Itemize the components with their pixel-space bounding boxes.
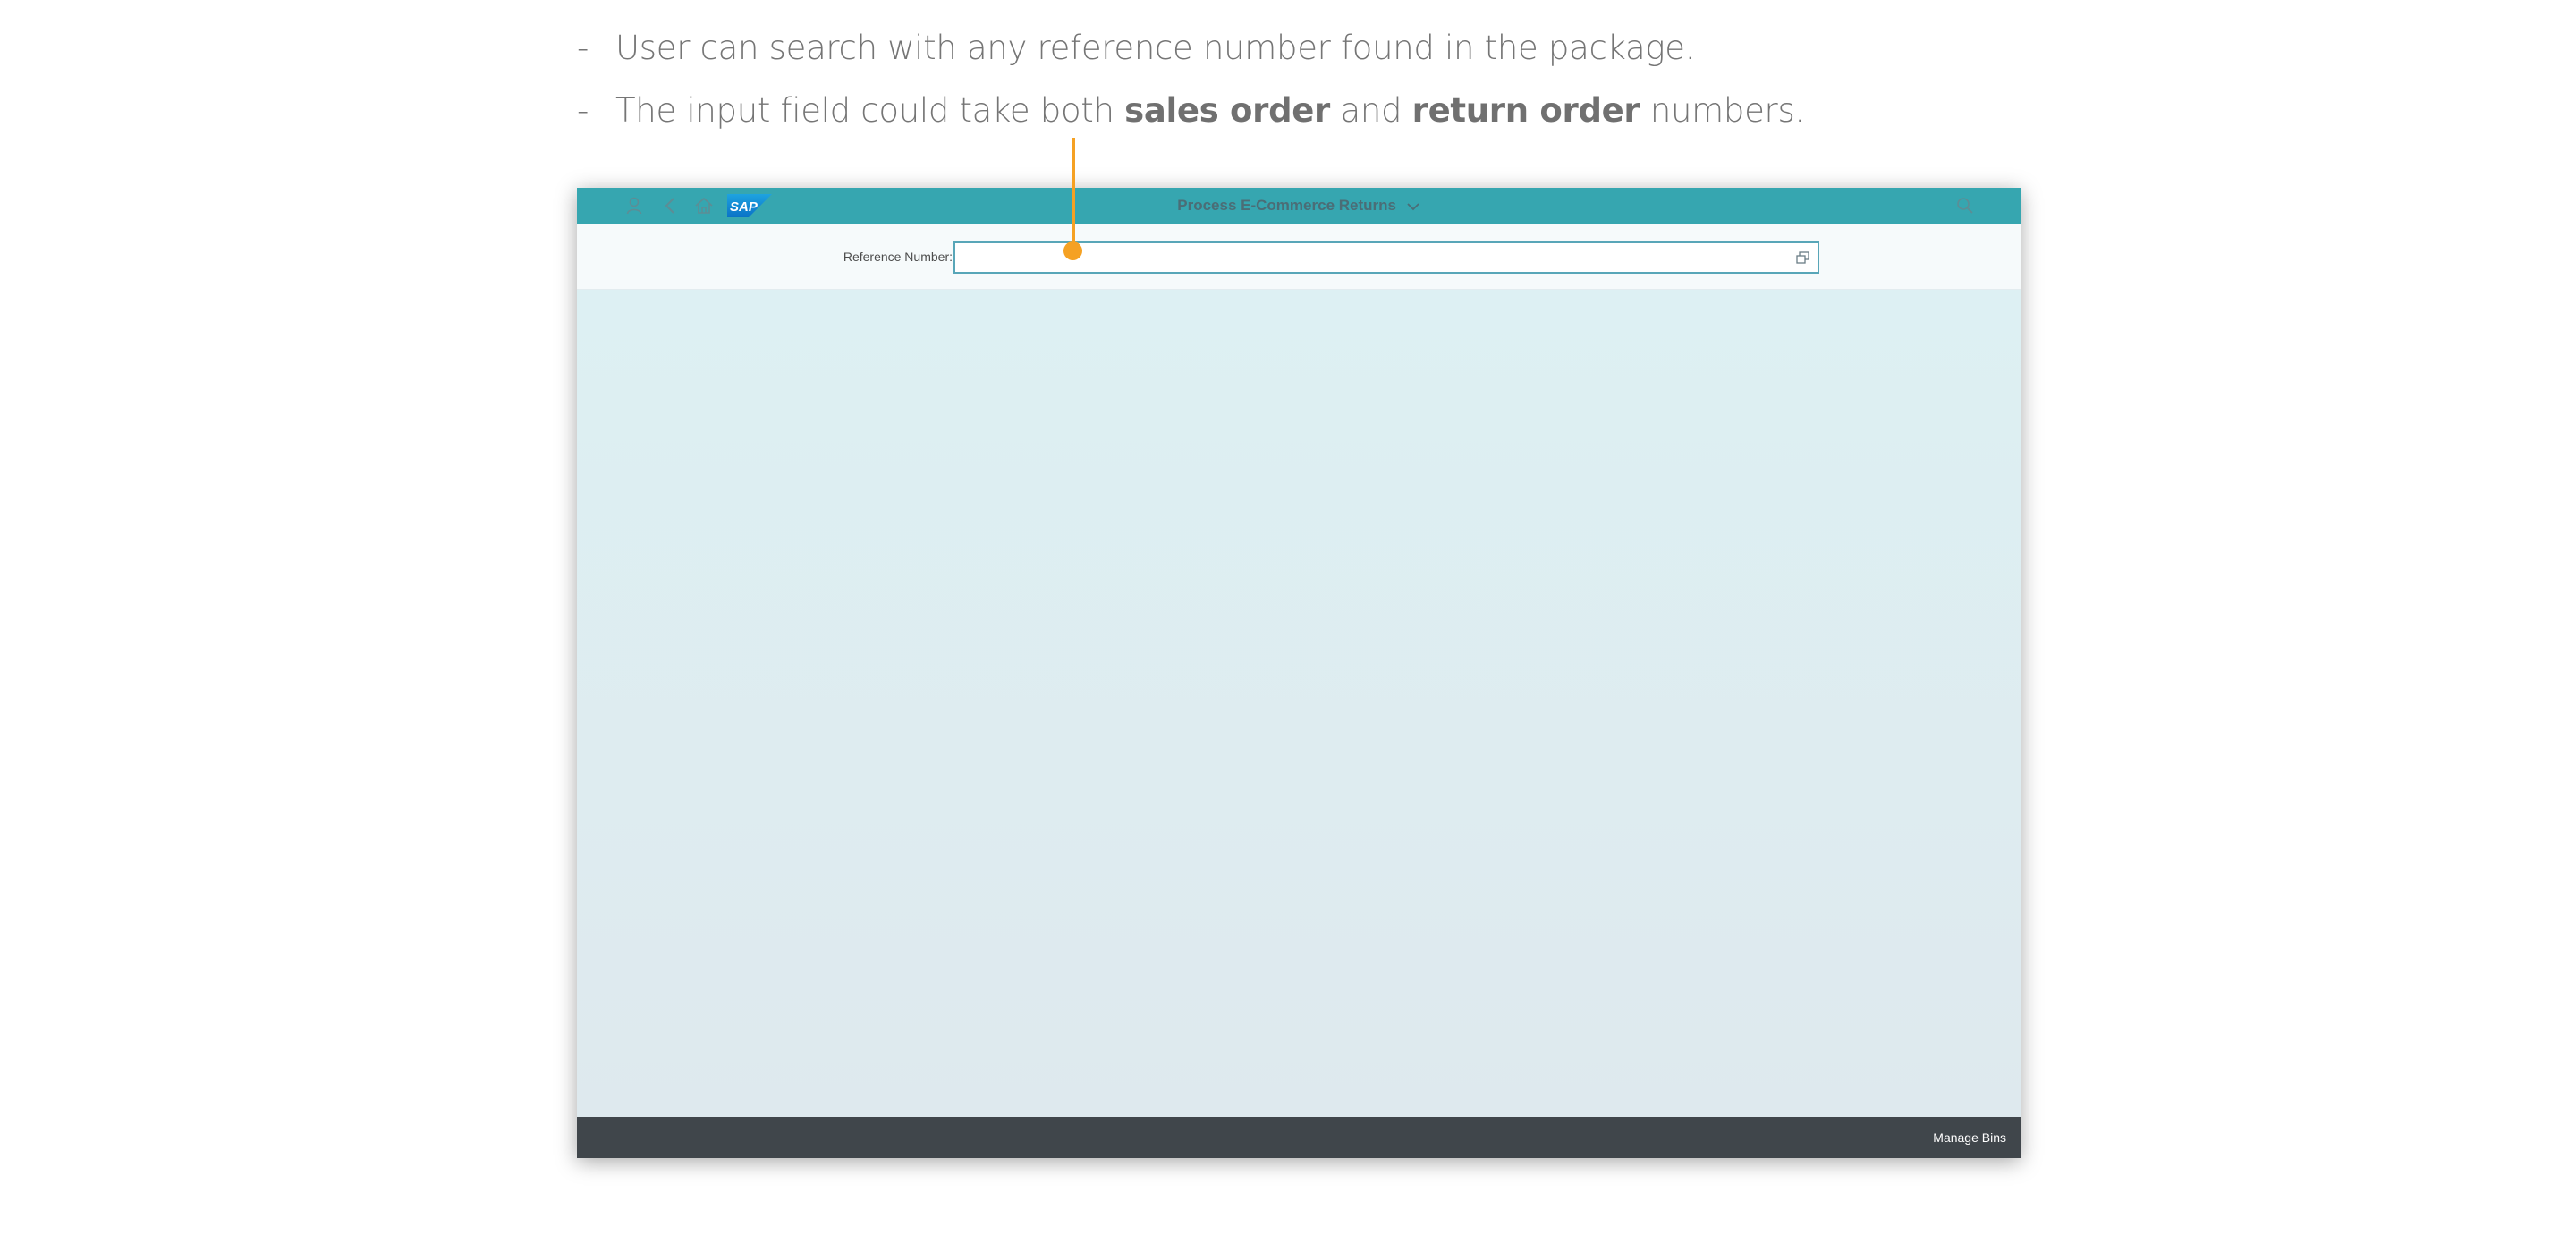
note-2-sales-order: sales order: [1124, 90, 1330, 130]
manage-bins-button[interactable]: Manage Bins: [1933, 1117, 2006, 1158]
note-2: - The input field could take both sales …: [577, 79, 2276, 141]
app-title-menu[interactable]: Process E-Commerce Returns: [577, 188, 2021, 224]
note-2-suffix: numbers.: [1640, 90, 1805, 130]
app-window: SAP Process E-Commerce Returns Reference…: [577, 188, 2021, 1158]
reference-number-label: Reference Number:: [843, 250, 953, 264]
footer-bar: Manage Bins: [577, 1117, 2021, 1158]
callout-line: [1072, 138, 1075, 249]
shell-bar: SAP Process E-Commerce Returns: [577, 188, 2021, 224]
content-area: [577, 290, 2021, 1117]
reference-number-field[interactable]: [953, 241, 1819, 274]
bullet-dash: -: [577, 28, 589, 67]
chevron-down-icon: [1406, 189, 1420, 224]
callout-dot: [1063, 241, 1082, 260]
note-1: - User can search with any reference num…: [577, 16, 2276, 79]
notes: - User can search with any reference num…: [577, 16, 2276, 141]
note-2-return-order: return order: [1411, 90, 1640, 130]
search-icon[interactable]: [1954, 195, 1976, 216]
value-help-icon[interactable]: [1795, 250, 1810, 266]
app-title: Process E-Commerce Returns: [1177, 197, 1396, 214]
note-2-text: The input field could take both sales or…: [615, 91, 1805, 130]
note-2-middle: and: [1330, 90, 1412, 130]
filter-bar: Reference Number:: [577, 224, 2021, 290]
note-1-text: User can search with any reference numbe…: [615, 28, 1696, 67]
bullet-dash: -: [577, 90, 589, 130]
note-2-prefix: The input field could take both: [615, 90, 1125, 130]
